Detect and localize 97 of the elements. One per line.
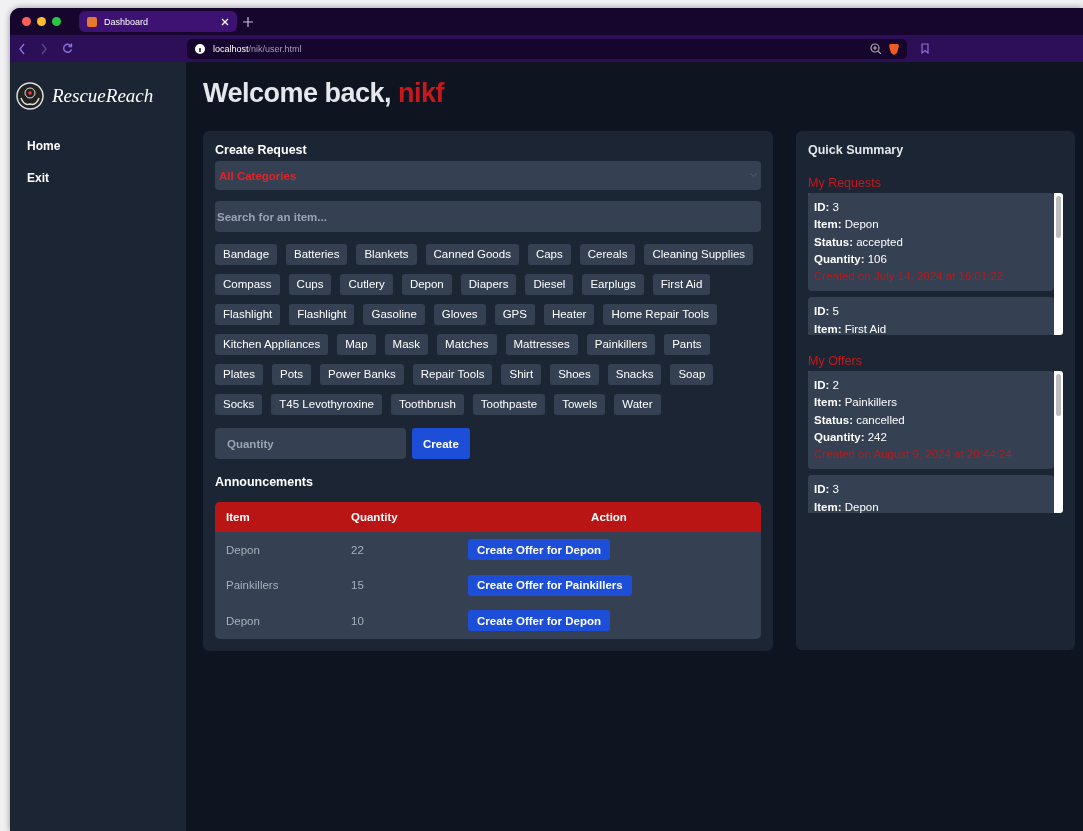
create-offer-button[interactable]: Create Offer for Painkillers (468, 574, 632, 596)
item-chip[interactable]: Diapers (460, 274, 517, 295)
nav-link[interactable]: Exit (16, 162, 180, 194)
section-title: Announcements (215, 475, 314, 489)
item-chip[interactable]: Pots (271, 364, 311, 385)
item-chip[interactable]: Gloves (433, 304, 486, 325)
table-cell: Depon (215, 532, 340, 568)
nav-link[interactable]: Home (16, 130, 180, 162)
item-chip[interactable]: GPS (494, 304, 535, 325)
column-header: Item (215, 502, 340, 532)
brand-name: RescueReach (52, 85, 154, 107)
new-tab-icon[interactable] (243, 16, 253, 27)
item-chip[interactable]: Shirt (501, 364, 542, 385)
item-chip[interactable]: Cereals (579, 244, 636, 265)
item-chip[interactable]: Compass (215, 274, 280, 295)
created-date: Created on August 9, 2024 at 20:44:24 (814, 447, 1013, 463)
item-chip[interactable]: Kitchen Appliances (215, 334, 329, 355)
item-chip[interactable]: Batteries (286, 244, 348, 265)
item-chip[interactable]: Map (337, 334, 376, 355)
maximize-window-icon[interactable] (52, 17, 61, 26)
item-chip[interactable]: Painkillers (586, 334, 656, 355)
item-chip[interactable]: Mattresses (505, 334, 578, 355)
column-header: Action (457, 502, 761, 532)
card-line: Item: Depon (814, 499, 880, 513)
card-line: Status: accepted (814, 234, 904, 250)
item-chip[interactable]: Towels (554, 394, 606, 415)
card-line: ID: 5 (814, 304, 840, 320)
card-line: Item: First Aid (814, 321, 888, 335)
panel-title: Create Request (215, 143, 308, 157)
card-line: ID: 3 (814, 482, 840, 498)
item-chip[interactable]: Snacks (607, 364, 662, 385)
card-line: Quantity: 242 (814, 429, 888, 445)
item-chip[interactable]: Earplugs (582, 274, 644, 295)
item-chip[interactable]: Depon (401, 274, 452, 295)
item-chip[interactable]: Blankets (356, 244, 417, 265)
card-line: Status: cancelled (814, 412, 906, 428)
section-title: My Requests (808, 176, 882, 190)
item-chip[interactable]: Flashlight (215, 304, 281, 325)
item-chip[interactable]: Water (614, 394, 661, 415)
item-chip[interactable]: Flashlight (289, 304, 355, 325)
card-line: ID: 3 (814, 200, 840, 215)
item-chip[interactable]: T45 Levothyroxine (271, 394, 382, 415)
table-cell: 22 (340, 532, 457, 568)
item-chip[interactable]: Cutlery (340, 274, 393, 295)
card-line: Item: Painkillers (814, 395, 899, 411)
item-chip[interactable]: Repair Tools (412, 364, 493, 385)
section-title: My Offers (808, 354, 863, 368)
item-chip[interactable]: Caps (527, 244, 571, 265)
logo-icon (16, 82, 44, 110)
item-chip[interactable]: Gasoline (363, 304, 425, 325)
create-offer-button[interactable]: Create Offer for Depon (468, 539, 610, 561)
item-chip[interactable]: Canned Goods (425, 244, 519, 265)
shield-icon[interactable] (889, 42, 899, 55)
minimize-window-icon[interactable] (37, 17, 46, 26)
table-cell: 15 (340, 567, 457, 603)
card-line: ID: 2 (814, 378, 840, 393)
zoom-icon[interactable] (870, 43, 881, 54)
item-chip[interactable]: Matches (437, 334, 497, 355)
item-chip[interactable]: Pants (664, 334, 710, 355)
item-chip[interactable]: Cleaning Supplies (644, 244, 754, 265)
address-bar[interactable]: localhost/nik/user.html (187, 38, 907, 59)
item-chip[interactable]: Home Repair Tools (603, 304, 718, 325)
item-chip[interactable]: Socks (215, 394, 263, 415)
card-line: Item: Depon (814, 217, 880, 233)
item-chip[interactable]: Toothpaste (472, 394, 546, 415)
item-chip[interactable]: Bandage (215, 244, 278, 265)
created-date: Created on July 14, 2024 at 16:01:22 (814, 269, 1005, 285)
card-line: Quantity: 106 (814, 251, 888, 267)
welcome-heading: Welcome back, nikf (203, 78, 446, 109)
item-chip[interactable]: Soap (670, 364, 714, 385)
create-offer-button[interactable]: Create Offer for Depon (468, 610, 610, 632)
panel-title: Quick Summary (808, 143, 905, 157)
create-button[interactable]: Create (412, 428, 470, 459)
browser-tab[interactable]: Dashboard (79, 11, 237, 32)
item-chip[interactable]: First Aid (652, 274, 711, 295)
table-cell: Depon (215, 603, 340, 639)
item-chip[interactable]: Diesel (525, 274, 574, 295)
quantity-field[interactable]: Quantity (215, 428, 406, 459)
item-chip[interactable]: Heater (543, 304, 595, 325)
back-icon[interactable] (18, 42, 26, 55)
item-chip[interactable]: Power Banks (320, 364, 404, 385)
favicon-icon (87, 16, 97, 27)
chevron-down-icon (750, 173, 757, 178)
column-header: Quantity (340, 502, 457, 532)
table-cell: 10 (340, 603, 457, 639)
item-chip[interactable]: Toothbrush (390, 394, 464, 415)
close-icon[interactable] (221, 17, 229, 26)
search-field[interactable]: Search for an item... (215, 201, 761, 232)
close-window-icon[interactable] (22, 17, 31, 26)
item-chip[interactable]: Cups (288, 274, 332, 295)
item-chip[interactable]: Mask (384, 334, 429, 355)
info-icon (195, 43, 205, 54)
item-chip[interactable]: Shoes (550, 364, 599, 385)
bookmark-icon[interactable] (921, 43, 929, 54)
item-chip[interactable]: Plates (215, 364, 263, 385)
table-cell: Painkillers (215, 567, 340, 603)
reload-icon[interactable] (62, 43, 73, 54)
